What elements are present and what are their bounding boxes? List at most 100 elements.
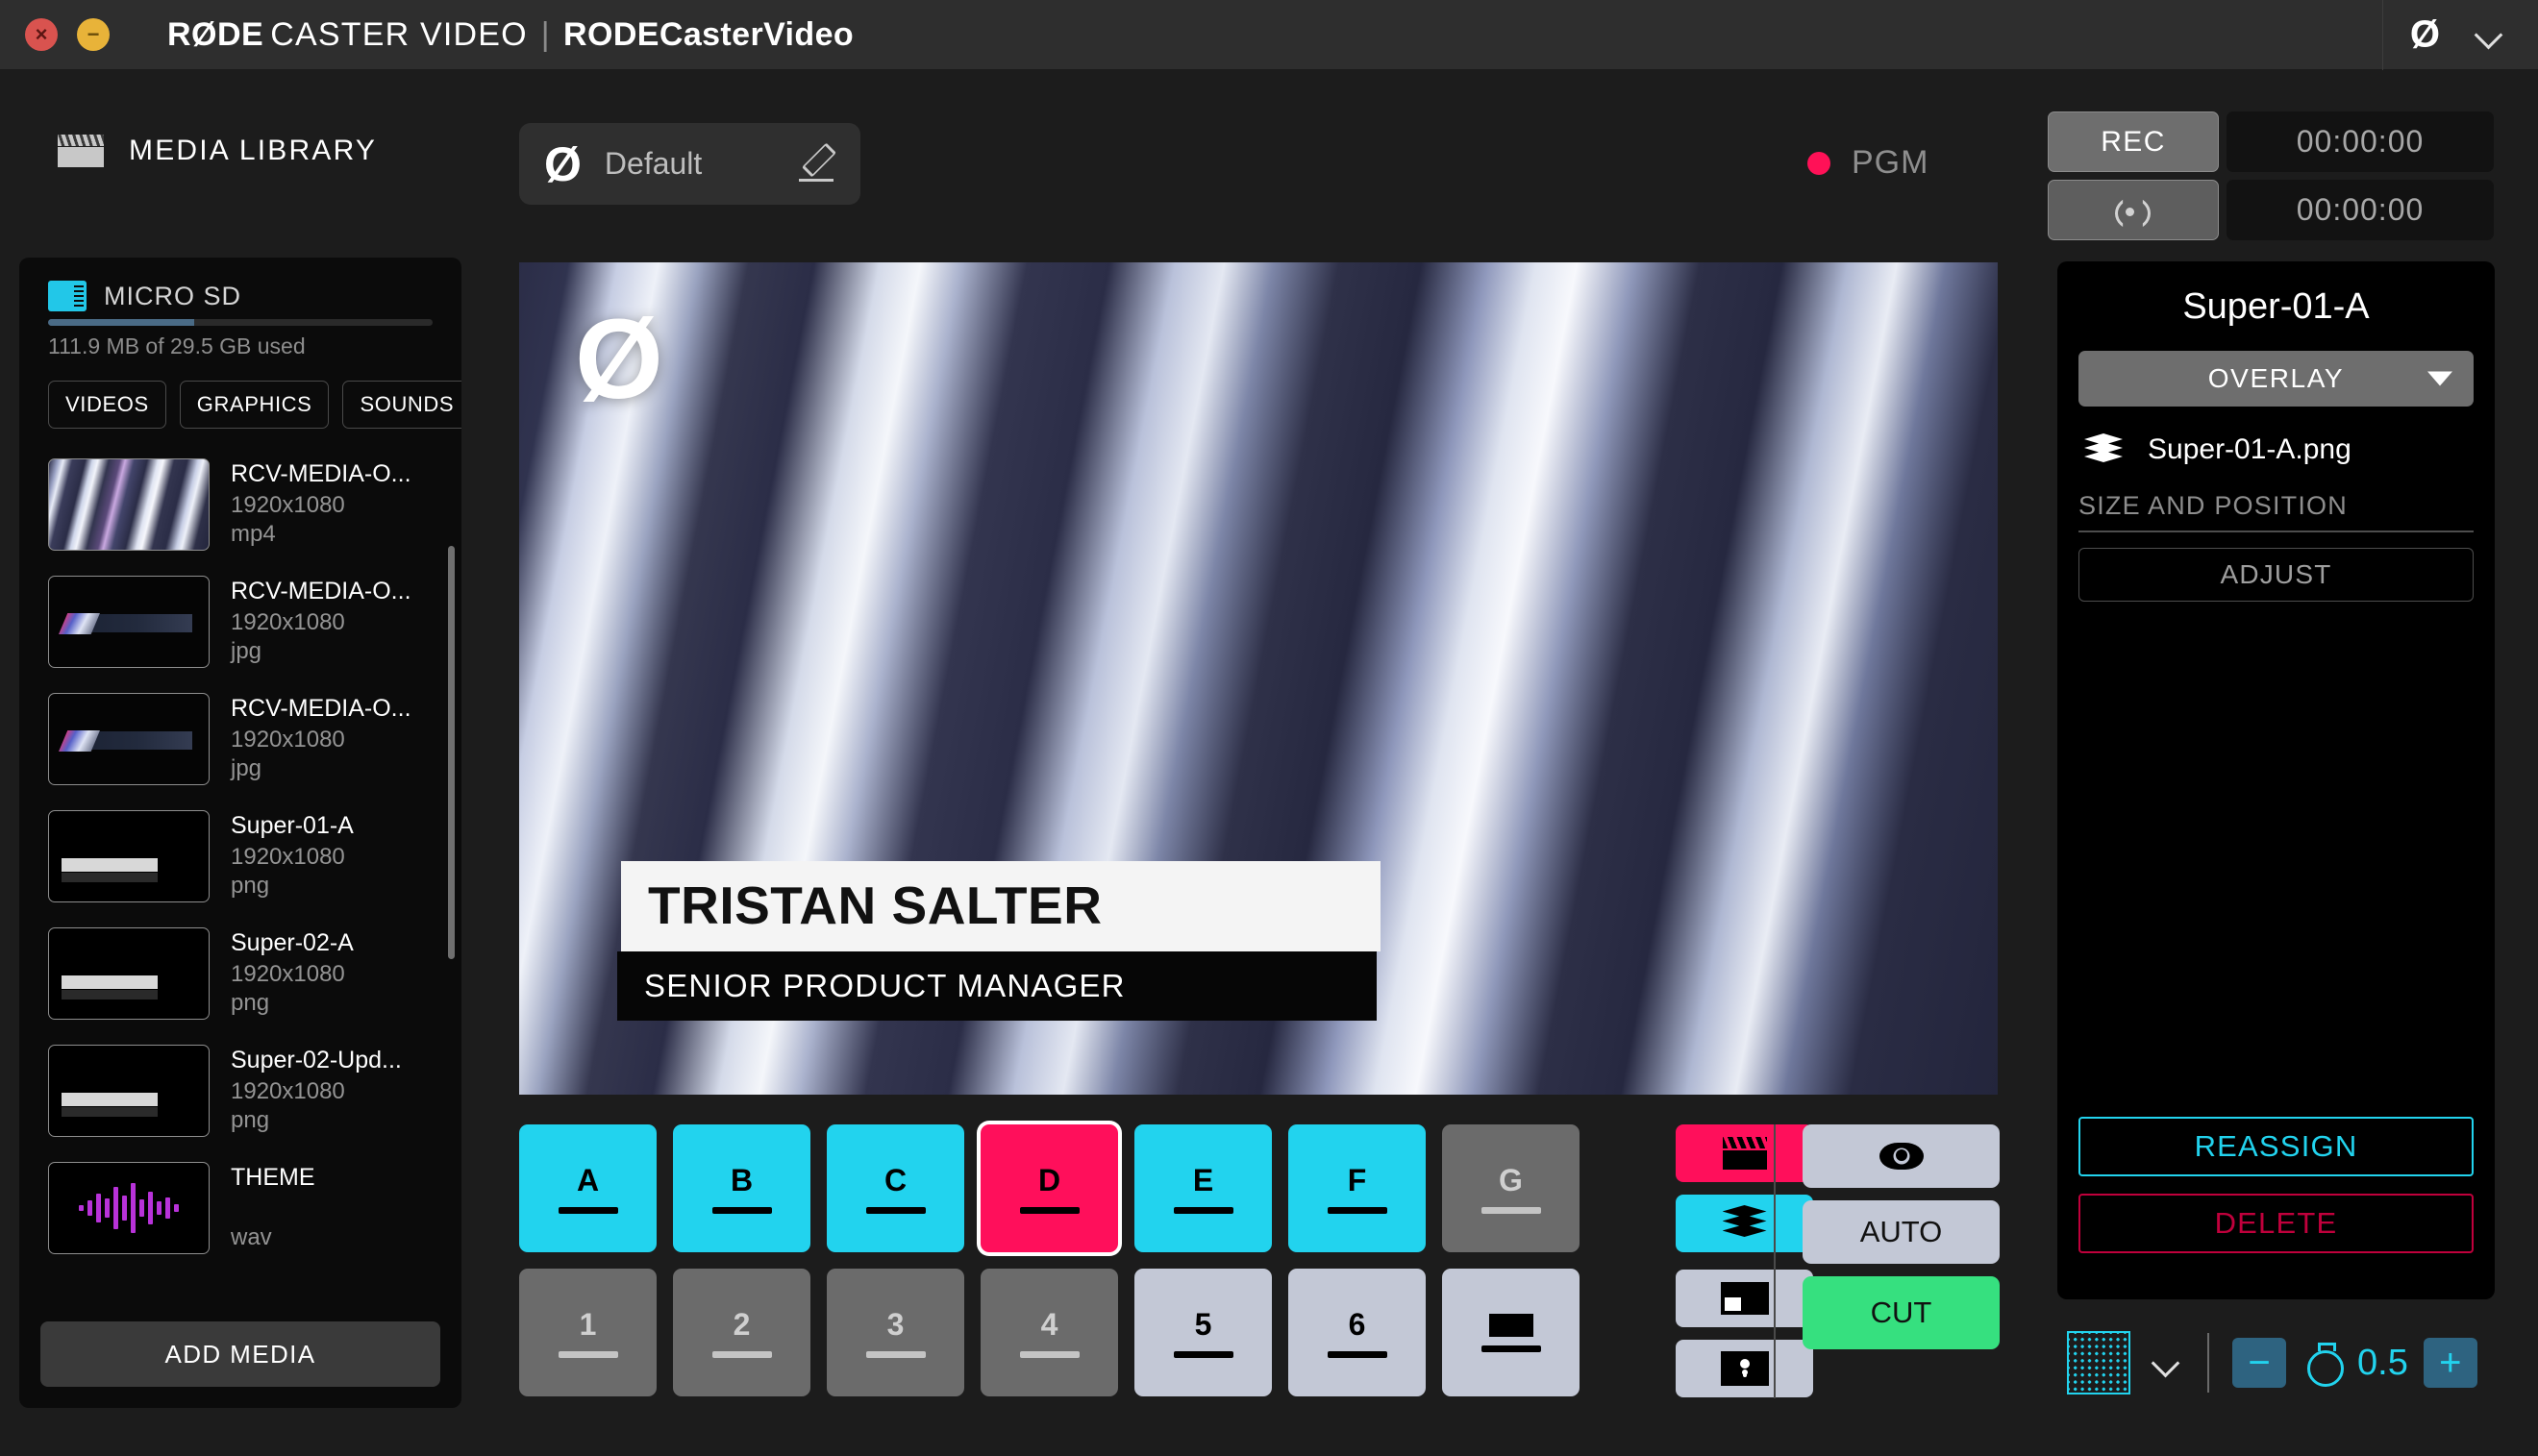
pad-label: F	[1347, 1163, 1367, 1197]
minimize-icon[interactable]: −	[77, 18, 110, 51]
rode-logo-icon: Ø	[2409, 13, 2440, 56]
chevron-down-icon[interactable]	[2148, 1344, 2186, 1382]
pad-side-pip[interactable]	[1676, 1270, 1813, 1327]
pad-c[interactable]: C	[827, 1124, 964, 1252]
brand-rode: RØDE	[167, 15, 264, 53]
media-library-header: MEDIA LIBRARY	[58, 135, 377, 167]
list-item[interactable]: Super-02-A 1920x1080 png	[19, 915, 461, 1032]
delete-button[interactable]: DELETE	[2078, 1194, 2474, 1253]
pad-underline	[558, 1351, 618, 1358]
scene-selector[interactable]: Ø Default	[519, 123, 860, 205]
duration-increase-button[interactable]: +	[2423, 1338, 2477, 1388]
media-dimensions: 1920x1080	[231, 961, 345, 987]
pad-label: 6	[1348, 1307, 1366, 1342]
tab-videos[interactable]: VIDEOS	[48, 381, 166, 429]
pad-blank[interactable]	[1442, 1269, 1580, 1396]
add-media-button[interactable]: ADD MEDIA	[40, 1321, 440, 1387]
auto-button[interactable]: AUTO	[1803, 1200, 2000, 1264]
pad-5[interactable]: 5	[1134, 1269, 1272, 1396]
pad-g[interactable]: G	[1442, 1124, 1580, 1252]
pad-side-clapperboard[interactable]	[1676, 1124, 1813, 1182]
storage-row[interactable]: MICRO SD	[19, 258, 461, 311]
media-thumbnail	[48, 576, 210, 668]
program-preview[interactable]: Ø TRISTAN SALTER SENIOR PRODUCT MANAGER	[519, 262, 1998, 1095]
pencil-icon[interactable]	[797, 145, 835, 184]
pad-label: 2	[733, 1307, 751, 1342]
duration-decrease-button[interactable]: −	[2232, 1338, 2286, 1388]
media-extension: jpg	[231, 755, 262, 781]
media-file-name: Super-02-A	[231, 929, 354, 956]
list-item[interactable]: RCV-MEDIA-O... 1920x1080 mp4	[19, 446, 461, 563]
layers-icon	[2084, 433, 2123, 466]
account-menu[interactable]: Ø	[2381, 0, 2538, 70]
list-item[interactable]: RCV-MEDIA-O... 1920x1080 jpg	[19, 563, 461, 680]
media-library-panel: MICRO SD 111.9 MB of 29.5 GB used VIDEOS…	[19, 258, 461, 1408]
media-file-list[interactable]: RCV-MEDIA-O... 1920x1080 mp4 RCV-MEDIA-O...…	[19, 446, 461, 1292]
assigned-file-row[interactable]: Super-01-A.png	[2078, 433, 2474, 466]
pad-underline	[1173, 1351, 1233, 1358]
mode-select[interactable]: OVERLAY	[2078, 351, 2474, 407]
media-file-name: THEME	[231, 1164, 315, 1191]
media-metadata: RCV-MEDIA-O... 1920x1080 mp4	[231, 458, 411, 548]
reassign-button[interactable]: REASSIGN	[2078, 1117, 2474, 1176]
media-dimensions: 1920x1080	[231, 609, 345, 635]
media-dimensions: 1920x1080	[231, 492, 345, 518]
pad-3[interactable]: 3	[827, 1269, 964, 1396]
stream-timer: 00:00:00	[2227, 180, 2494, 240]
storage-bar	[48, 319, 433, 326]
list-item[interactable]: RCV-MEDIA-O... 1920x1080 jpg	[19, 680, 461, 798]
tab-graphics[interactable]: GRAPHICS	[179, 381, 330, 429]
pad-b[interactable]: B	[673, 1124, 810, 1252]
list-item[interactable]: Super-02-Upd... 1920x1080 png	[19, 1032, 461, 1149]
pad-f[interactable]: F	[1288, 1124, 1426, 1252]
program-dot-icon	[1807, 151, 1830, 175]
stream-icon	[2109, 196, 2157, 225]
media-list-scrollbar[interactable]	[448, 546, 455, 959]
pad-underline	[1173, 1207, 1233, 1214]
pad-1[interactable]: 1	[519, 1269, 657, 1396]
record-button[interactable]: REC	[2048, 111, 2219, 172]
media-dimensions: 1920x1080	[231, 727, 345, 753]
pad-4[interactable]: 4	[981, 1269, 1118, 1396]
adjust-button[interactable]: ADJUST	[2078, 548, 2474, 602]
chevron-down-icon	[2471, 15, 2509, 54]
pad-6[interactable]: 6	[1288, 1269, 1426, 1396]
stream-button[interactable]	[2048, 180, 2219, 240]
close-icon[interactable]: ×	[25, 18, 58, 51]
media-library-label: MEDIA LIBRARY	[129, 135, 378, 166]
pad-2[interactable]: 2	[673, 1269, 810, 1396]
pad-underline	[1327, 1351, 1387, 1358]
pad-underline	[711, 1207, 772, 1214]
media-file-name: Super-01-A	[231, 812, 354, 839]
preview-watermark-icon: Ø	[575, 296, 663, 423]
layers-icon	[1722, 1205, 1767, 1242]
media-metadata: RCV-MEDIA-O... 1920x1080 jpg	[231, 576, 411, 665]
pad-a[interactable]: A	[519, 1124, 657, 1252]
title-separator: |	[540, 15, 551, 53]
storage-name: MICRO SD	[104, 281, 241, 310]
media-metadata: Super-01-A 1920x1080 png	[231, 810, 354, 900]
pip-icon	[1720, 1282, 1769, 1315]
pad-e[interactable]: E	[1134, 1124, 1272, 1252]
preview-toggle-button[interactable]	[1803, 1124, 2000, 1188]
pad-side-lock[interactable]	[1676, 1340, 1813, 1397]
list-item[interactable]: THEME wav	[19, 1149, 461, 1267]
storage-usage: 111.9 MB of 29.5 GB used	[48, 333, 306, 358]
pad-label: B	[730, 1163, 754, 1197]
tab-sounds[interactable]: SOUNDS	[342, 381, 461, 429]
clapperboard-icon	[58, 135, 104, 167]
media-file-name: RCV-MEDIA-O...	[231, 460, 411, 487]
pad-side-layers[interactable]	[1676, 1195, 1813, 1252]
pad-transition-divider	[1774, 1124, 1776, 1398]
properties-panel: Super-01-A OVERLAY Super-01-A.png SIZE A…	[2057, 261, 2495, 1299]
pad-underline	[1480, 1207, 1541, 1214]
cut-button[interactable]: CUT	[1803, 1276, 2000, 1349]
lower-third-role: SENIOR PRODUCT MANAGER	[617, 951, 1377, 1021]
dot-matrix-icon[interactable]	[2067, 1331, 2130, 1394]
pad-d[interactable]: D	[981, 1124, 1118, 1252]
list-item[interactable]: Super-01-A 1920x1080 png	[19, 798, 461, 915]
stopwatch-icon	[2305, 1343, 2344, 1387]
transition-duration-value: 0.5	[2357, 1342, 2408, 1383]
media-extension: mp4	[231, 521, 276, 547]
pad-label: E	[1192, 1163, 1214, 1197]
